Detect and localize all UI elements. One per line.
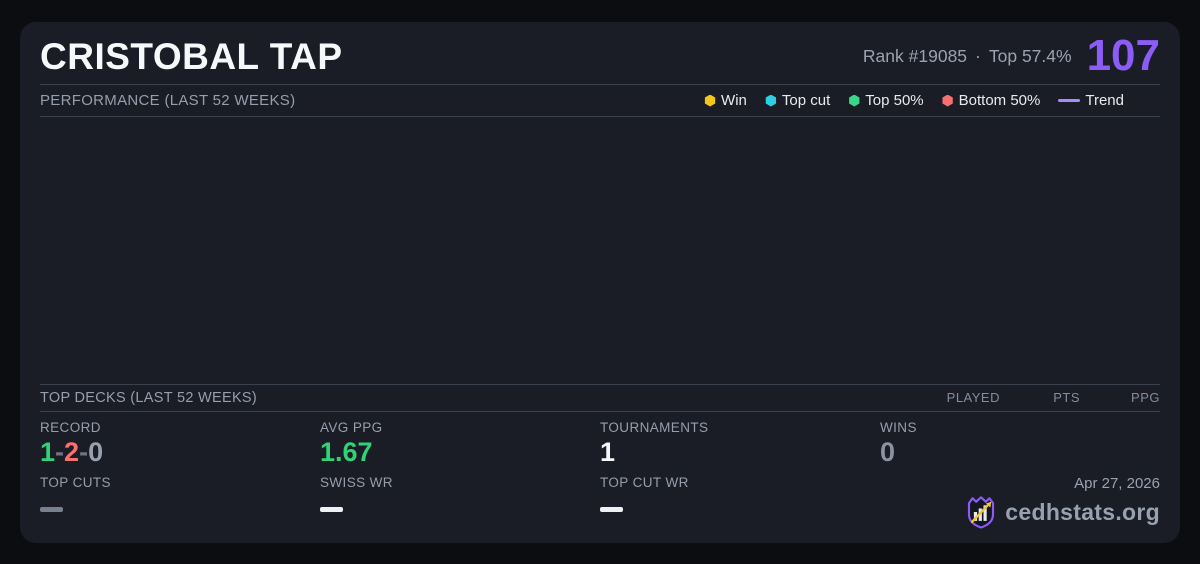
stat-label: TOP CUTS bbox=[40, 475, 320, 490]
rank-separator: · bbox=[975, 46, 981, 66]
top-cut-dot-icon bbox=[765, 95, 777, 107]
brand-name: cedhstats.org bbox=[1005, 501, 1160, 524]
stat-label: RECORD bbox=[40, 420, 320, 435]
top-cuts-empty-dash bbox=[40, 507, 63, 512]
stat-label: TOP CUT WR bbox=[600, 475, 880, 490]
stat-avg-ppg: AVG PPG 1.67 bbox=[320, 420, 600, 468]
top-cut-wr-empty-dash bbox=[600, 507, 623, 512]
stat-top-cut-wr: TOP CUT WR bbox=[600, 468, 880, 529]
stat-label: AVG PPG bbox=[320, 420, 600, 435]
legend-label: Top 50% bbox=[865, 92, 923, 109]
points-value: 107 bbox=[1087, 34, 1160, 78]
rank-label: Rank #19085 bbox=[863, 46, 967, 66]
stat-label: TOURNAMENTS bbox=[600, 420, 880, 435]
record-value: 1-2-0 bbox=[40, 437, 320, 468]
rank-summary: Rank #19085 · Top 57.4% 107 bbox=[863, 34, 1160, 78]
record-draws: 0 bbox=[88, 437, 103, 467]
legend-item-win: Win bbox=[704, 92, 747, 109]
bottom50-dot-icon bbox=[942, 95, 954, 107]
card-header: CRISTOBAL TAP Rank #19085 · Top 57.4% 107 bbox=[40, 22, 1160, 85]
date-label: Apr 27, 2026 bbox=[1074, 475, 1160, 492]
top50-dot-icon bbox=[848, 95, 860, 107]
trend-line-icon bbox=[1058, 99, 1080, 102]
top-decks-section-title: TOP DECKS (LAST 52 WEEKS) bbox=[40, 390, 257, 406]
stat-label: WINS bbox=[880, 420, 1160, 435]
top-decks-columns: PLAYED PTS PPG bbox=[920, 390, 1160, 405]
stat-tournaments: TOURNAMENTS 1 bbox=[600, 420, 880, 468]
chart-legend: Win Top cut Top 50% Bottom 50% Trend bbox=[704, 92, 1160, 109]
stat-wins: WINS 0 bbox=[880, 420, 1160, 468]
column-header-ppg: PPG bbox=[1080, 390, 1160, 405]
stat-record: RECORD 1-2-0 bbox=[40, 420, 320, 468]
tournaments-value: 1 bbox=[600, 437, 880, 468]
brand: cedhstats.org bbox=[965, 495, 1160, 529]
performance-chart-area bbox=[40, 117, 1160, 385]
column-header-played: PLAYED bbox=[920, 390, 1000, 405]
top-decks-header: TOP DECKS (LAST 52 WEEKS) PLAYED PTS PPG bbox=[40, 385, 1160, 412]
wins-value: 0 bbox=[880, 437, 1160, 468]
legend-label: Trend bbox=[1085, 92, 1124, 109]
legend-item-bottom50: Bottom 50% bbox=[942, 92, 1041, 109]
top-percent-label: Top 57.4% bbox=[989, 46, 1072, 66]
swiss-wr-empty-dash bbox=[320, 507, 343, 512]
stat-swiss-wr: SWISS WR bbox=[320, 468, 600, 529]
legend-label: Win bbox=[721, 92, 747, 109]
page-title: CRISTOBAL TAP bbox=[40, 38, 343, 75]
stat-top-cuts: TOP CUTS bbox=[40, 468, 320, 529]
avg-ppg-value: 1.67 bbox=[320, 437, 600, 468]
record-wins: 1 bbox=[40, 437, 55, 467]
column-header-pts: PTS bbox=[1000, 390, 1080, 405]
performance-header: PERFORMANCE (LAST 52 WEEKS) Win Top cut … bbox=[40, 85, 1160, 117]
record-dash: - bbox=[79, 437, 88, 467]
stats-summary: RECORD 1-2-0 AVG PPG 1.67 TOURNAMENTS 1 … bbox=[40, 412, 1160, 543]
record-losses: 2 bbox=[64, 437, 79, 467]
card-footer: Apr 27, 2026 cedhstats.org bbox=[880, 468, 1160, 529]
player-stats-card: CRISTOBAL TAP Rank #19085·Top 57.4% 107 … bbox=[20, 22, 1180, 543]
legend-label: Top cut bbox=[782, 92, 830, 109]
legend-item-trend: Trend bbox=[1058, 92, 1124, 109]
stat-label: SWISS WR bbox=[320, 475, 600, 490]
legend-label: Bottom 50% bbox=[959, 92, 1041, 109]
cedhstats-logo-icon bbox=[965, 495, 997, 529]
performance-section-title: PERFORMANCE (LAST 52 WEEKS) bbox=[40, 92, 295, 109]
legend-item-top-cut: Top cut bbox=[765, 92, 830, 109]
record-dash: - bbox=[55, 437, 64, 467]
rank-text: Rank #19085 · Top 57.4% bbox=[863, 46, 1072, 67]
win-dot-icon bbox=[704, 95, 716, 107]
legend-item-top50: Top 50% bbox=[848, 92, 923, 109]
